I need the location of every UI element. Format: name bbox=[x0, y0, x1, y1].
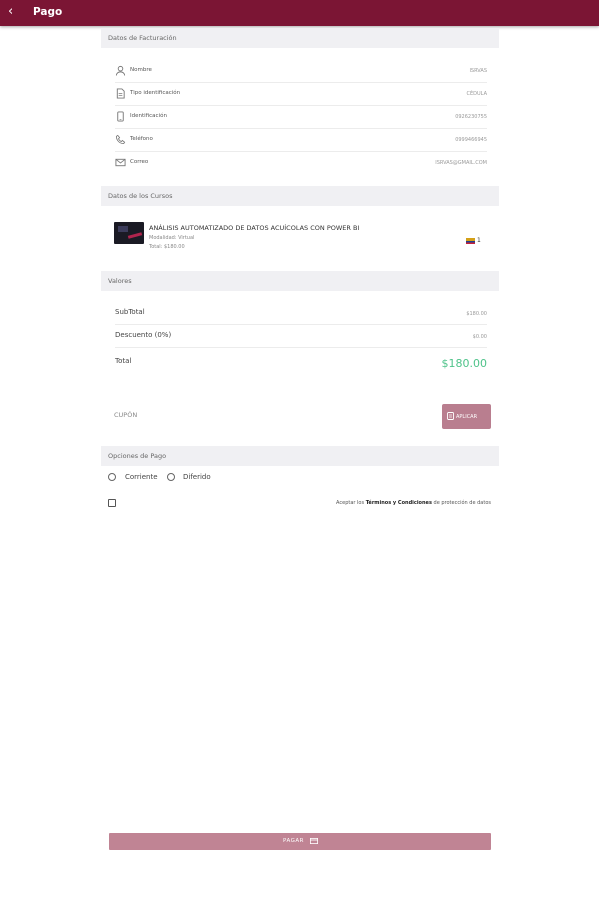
course-total: Total: $180.00 bbox=[149, 244, 185, 250]
billing-section-header: Datos de Facturación bbox=[101, 28, 499, 48]
courses-section-header: Datos de los Cursos bbox=[101, 186, 499, 206]
billing-value: 0926230755 bbox=[455, 114, 487, 120]
mail-icon bbox=[115, 158, 126, 167]
app-bar: ‹ Pago bbox=[0, 0, 599, 26]
ecuador-flag-icon bbox=[466, 238, 475, 244]
discount-row: Descuento (0%) $0.00 bbox=[115, 325, 487, 348]
course-thumbnail bbox=[114, 222, 144, 244]
billing-row-id-type: Tipo identificación CÉDULA bbox=[115, 83, 487, 106]
billing-row-name: Nombre ISRVAS bbox=[115, 60, 487, 83]
ticket-icon bbox=[447, 412, 454, 420]
billing-label: Teléfono bbox=[130, 136, 153, 142]
billing-label: Tipo identificación bbox=[130, 90, 181, 96]
discount-value: $0.00 bbox=[472, 334, 487, 340]
values-section-header: Valores bbox=[101, 271, 499, 291]
billing-value: 0999466945 bbox=[455, 137, 487, 143]
total-value: $180.00 bbox=[441, 357, 488, 370]
subtotal-value: $180.00 bbox=[466, 311, 487, 317]
apply-coupon-button[interactable]: APLICAR bbox=[442, 404, 491, 429]
billing-value: ISRVAS bbox=[469, 68, 487, 74]
radio-corriente-label: Corriente bbox=[125, 473, 158, 481]
billing-label: Correo bbox=[130, 159, 149, 165]
radio-diferido-label: Diferido bbox=[183, 473, 211, 481]
payment-options-header: Opciones de Pago bbox=[101, 446, 499, 466]
billing-value: CÉDULA bbox=[466, 91, 487, 97]
billing-row-email: Correo ISRVAS@GMAIL.COM bbox=[115, 152, 487, 174]
phone-icon bbox=[115, 134, 126, 145]
billing-row-phone: Teléfono 0999466945 bbox=[115, 129, 487, 152]
pay-button-label: PAGAR bbox=[283, 838, 304, 844]
course-quantity: 1 bbox=[477, 237, 481, 244]
discount-label: Descuento (0%) bbox=[115, 331, 172, 339]
phone-device-icon bbox=[117, 111, 124, 122]
course-modality: Modalidad: Virtual bbox=[149, 235, 195, 241]
chevron-left-icon[interactable]: ‹ bbox=[8, 4, 22, 20]
subtotal-label: SubTotal bbox=[115, 308, 145, 316]
billing-value: ISRVAS@GMAIL.COM bbox=[435, 160, 487, 166]
terms-suffix: de protección de datos bbox=[433, 500, 491, 506]
radio-corriente[interactable] bbox=[108, 473, 116, 481]
total-label: Total bbox=[115, 357, 132, 365]
terms-text: Aceptar los Términos y Condiciones de pr… bbox=[336, 500, 491, 506]
apply-button-label: APLICAR bbox=[456, 414, 478, 420]
user-icon bbox=[115, 65, 126, 76]
pay-button[interactable]: PAGAR bbox=[109, 833, 491, 850]
document-icon bbox=[116, 88, 125, 99]
total-row: Total $180.00 bbox=[115, 348, 487, 378]
course-title: ANÁLISIS AUTOMATIZADO DE DATOS ACUÍCOLAS… bbox=[149, 224, 360, 232]
terms-checkbox[interactable] bbox=[108, 499, 116, 507]
billing-label: Nombre bbox=[130, 67, 152, 73]
page-title: Pago bbox=[33, 6, 63, 18]
credit-card-icon bbox=[310, 838, 318, 844]
terms-link[interactable]: Términos y Condiciones bbox=[366, 500, 432, 506]
billing-row-id: Identificación 0926230755 bbox=[115, 106, 487, 129]
terms-prefix: Aceptar los bbox=[336, 500, 365, 506]
coupon-input[interactable]: CUPÓN bbox=[114, 411, 137, 419]
billing-label: Identificación bbox=[130, 113, 167, 119]
radio-diferido[interactable] bbox=[167, 473, 175, 481]
subtotal-row: SubTotal $180.00 bbox=[115, 302, 487, 325]
